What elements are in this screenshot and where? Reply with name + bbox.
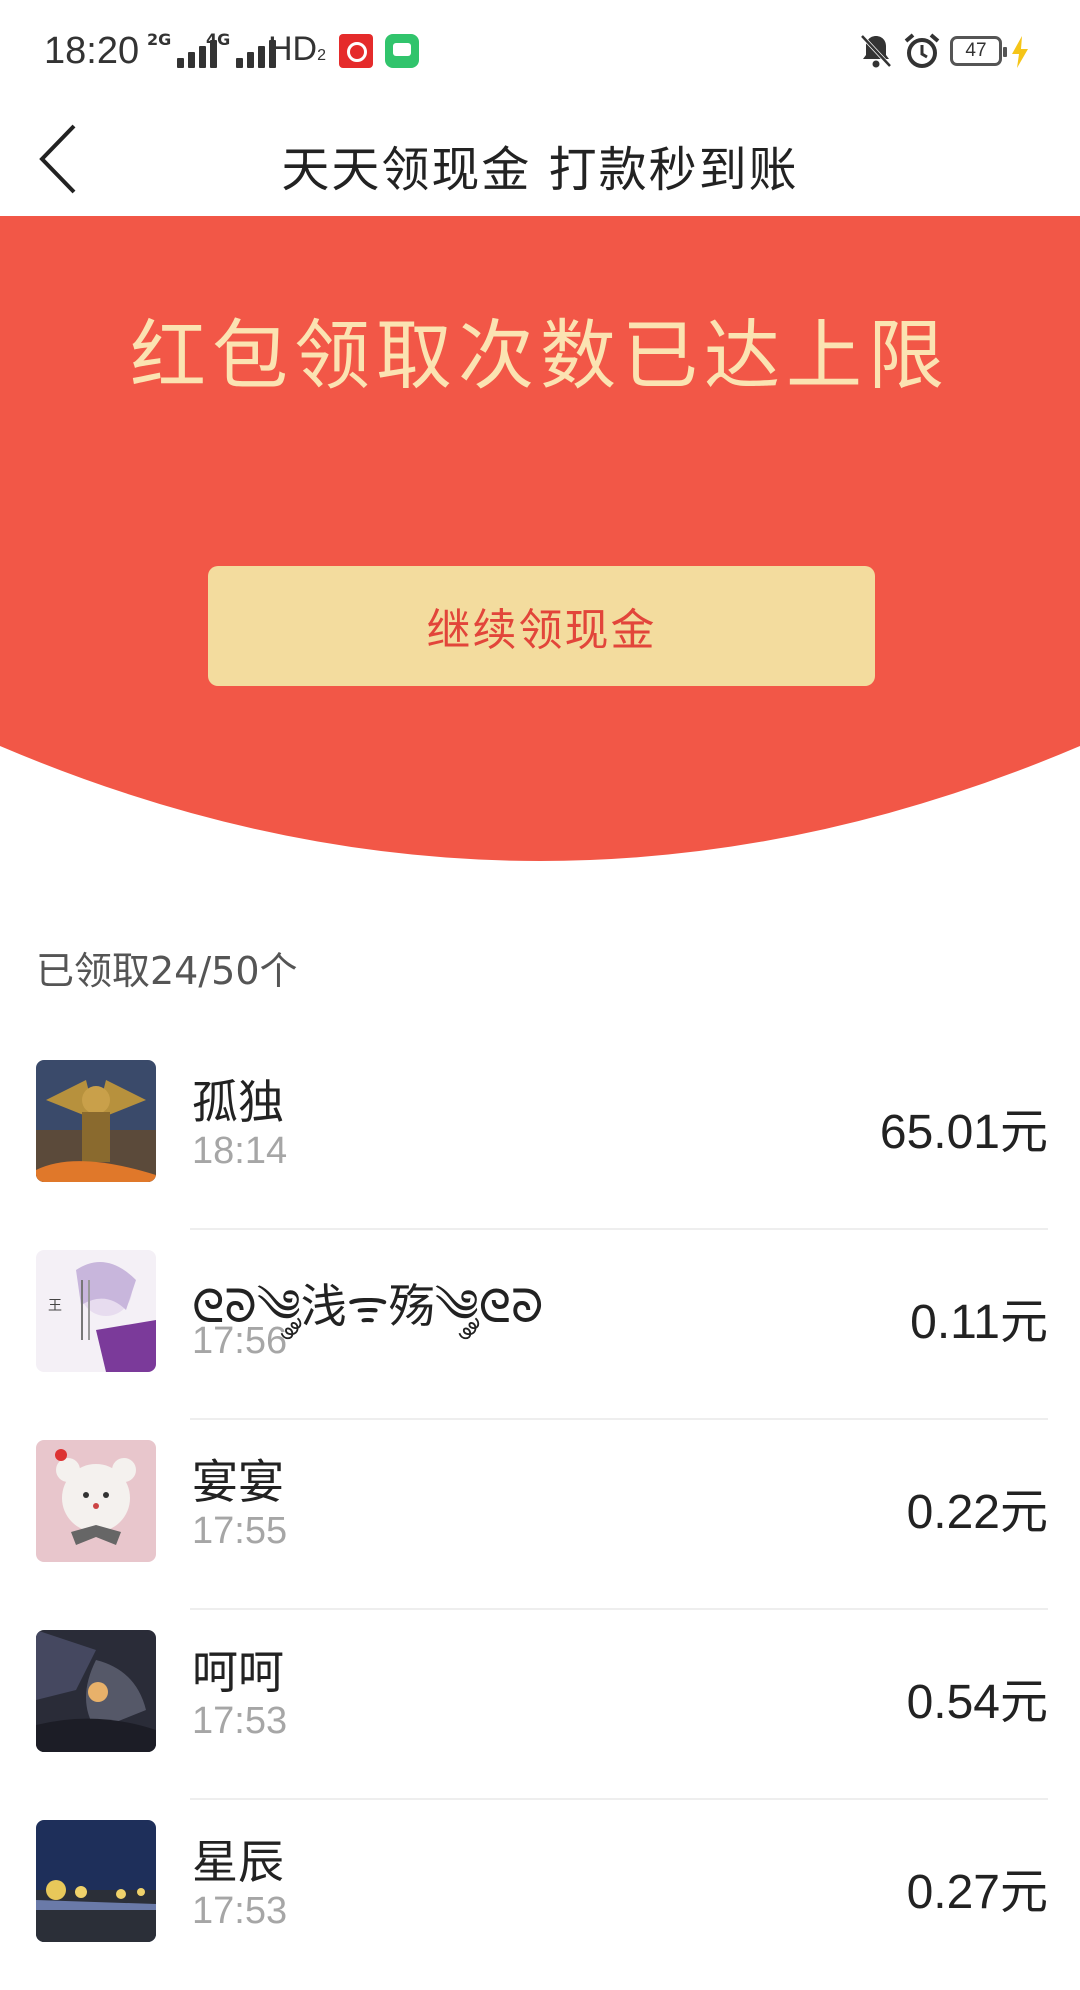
hd-sub-label: 2 bbox=[317, 47, 327, 64]
teddy-bear-avatar bbox=[36, 1440, 156, 1562]
charging-bolt-icon bbox=[1012, 36, 1028, 68]
record-amount: 65.01元 bbox=[879, 1106, 1048, 1159]
page-title: 天天领现金 打款秒到账 bbox=[281, 142, 799, 198]
record-amount: 0.27元 bbox=[906, 1866, 1048, 1919]
list-item[interactable]: 呵呵 17:53 0.54元 bbox=[0, 1610, 1080, 1800]
record-time: 17:53 bbox=[192, 1700, 288, 1742]
record-time: 17:53 bbox=[192, 1890, 288, 1932]
night-city-avatar bbox=[36, 1820, 156, 1942]
claimed-count-label: 已领取24/50个 bbox=[36, 949, 298, 993]
network-type-label: 4G bbox=[206, 30, 231, 49]
network-type-label: 2G bbox=[147, 30, 172, 49]
netease-music-icon bbox=[339, 34, 373, 68]
status-bar: 18:20 2G 4G HD2 47 bbox=[0, 0, 1080, 104]
signal-4g-icon: 4G bbox=[206, 30, 277, 68]
record-name: 呵呵 bbox=[192, 1645, 284, 1699]
hd-indicator: HD2 bbox=[268, 30, 326, 69]
messages-icon bbox=[385, 34, 419, 68]
record-amount: 0.22元 bbox=[906, 1486, 1048, 1539]
record-name: 宴宴 bbox=[192, 1455, 284, 1509]
battery-level: 47 bbox=[965, 40, 987, 61]
record-time: 17:55 bbox=[192, 1510, 288, 1552]
claim-records-list: 孤独 18:14 65.01元 王 ᘓᘐ༄༘浅ᯤ殇༄༘ᘓᘐ 17:56 0.11… bbox=[0, 1040, 1080, 1990]
dark-portrait-avatar bbox=[36, 1630, 156, 1752]
list-item[interactable]: 星辰 17:53 0.27元 bbox=[0, 1800, 1080, 1990]
armored-hero-avatar bbox=[36, 1060, 156, 1182]
nav-header: 天天领现金 打款秒到账 bbox=[0, 104, 1080, 216]
record-time: 18:14 bbox=[192, 1130, 288, 1172]
status-time: 18:20 bbox=[44, 30, 140, 72]
record-time: 17:56 bbox=[192, 1320, 288, 1362]
record-name: 星辰 bbox=[192, 1835, 284, 1889]
hd-label: HD bbox=[268, 30, 318, 68]
alarm-icon bbox=[904, 33, 940, 68]
red-envelope-banner: 红包领取次数已达上限 继续领现金 bbox=[0, 216, 1080, 866]
anime-character-avatar: 王 bbox=[36, 1250, 156, 1372]
battery-icon: 47 bbox=[950, 36, 1007, 66]
svg-text:王: 王 bbox=[48, 1298, 62, 1314]
list-item[interactable]: 孤独 18:14 65.01元 bbox=[0, 1040, 1080, 1230]
limit-reached-title: 红包领取次数已达上限 bbox=[130, 311, 950, 400]
record-name: 孤独 bbox=[192, 1075, 284, 1129]
mute-bell-icon bbox=[860, 34, 892, 68]
record-amount: 0.54元 bbox=[906, 1676, 1048, 1729]
continue-claim-button[interactable]: 继续领现金 bbox=[208, 566, 875, 686]
record-amount: 0.11元 bbox=[910, 1296, 1048, 1349]
list-item[interactable]: 宴宴 17:55 0.22元 bbox=[0, 1420, 1080, 1610]
list-item[interactable]: 王 ᘓᘐ༄༘浅ᯤ殇༄༘ᘓᘐ 17:56 0.11元 bbox=[0, 1230, 1080, 1420]
